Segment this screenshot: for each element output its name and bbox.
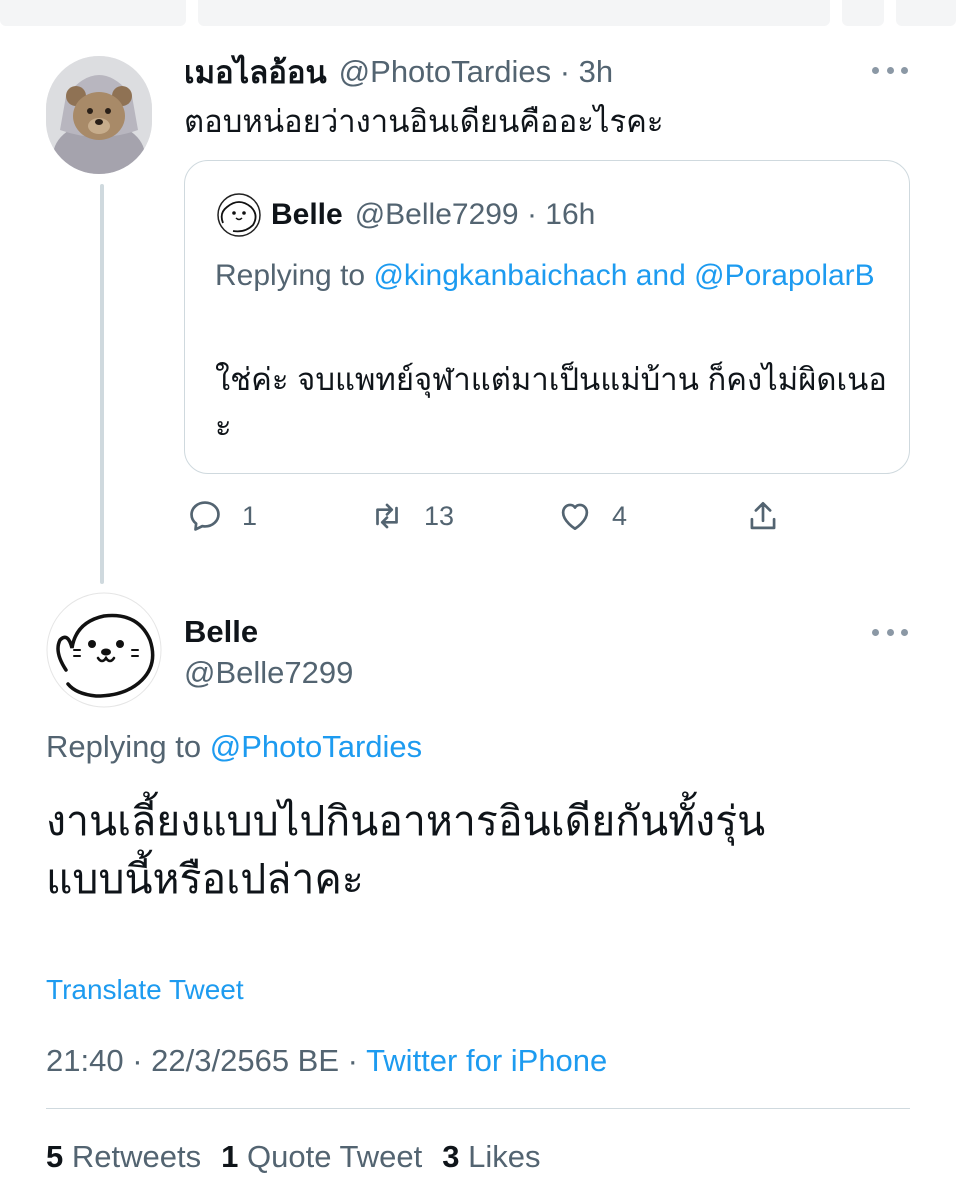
quoted-reply-link-2[interactable]: @PorapolarB — [694, 259, 875, 292]
reply-count: 1 — [242, 500, 258, 531]
meta-separator: · — [132, 1043, 143, 1078]
main-replying-to: Replying to @PhotoTardies — [46, 726, 422, 768]
tweet-stats: 5 Retweets 1 Quote Tweet 3 Likes — [46, 1136, 560, 1178]
quoted-replying-prefix: Replying to — [215, 259, 366, 292]
retweets-label: Retweets — [71, 1139, 202, 1174]
like-button[interactable]: 4 — [556, 494, 627, 538]
heart-icon — [561, 503, 589, 531]
divider — [46, 1108, 910, 1109]
more-horizontal-icon[interactable] — [872, 622, 908, 642]
quoted-tweet-text: ใช่ค่ะ จบแพทย์จุฬาแต่มาเป็นแม่บ้าน ก็คงไ… — [215, 362, 887, 443]
likes-count: 3 — [442, 1139, 460, 1174]
likes-stat[interactable]: 3 Likes — [442, 1136, 540, 1178]
parent-tweet-text: ตอบหน่อยว่างานอินเดียนคืออะไรคะ — [184, 104, 664, 139]
retweet-count: 13 — [424, 500, 455, 531]
retweets-stat[interactable]: 5 Retweets — [46, 1136, 201, 1178]
main-tweet-text-line1: งานเลี้ยงแบบไปกินอาหารอินเดียกันทั้งรุ่น — [46, 798, 766, 844]
reply-icon — [190, 501, 220, 531]
quoted-handle-time: @Belle7299 · 16h — [354, 198, 596, 231]
parent-display-name[interactable]: เมอไลอ้อน — [184, 47, 327, 97]
quoted-header: Belle @Belle7299 · 16h — [271, 195, 595, 235]
retweet-button[interactable]: 13 — [368, 494, 454, 538]
main-reply-link[interactable]: @PhotoTardies — [210, 729, 422, 764]
tweet-date[interactable]: 22/3/2565 BE — [151, 1043, 339, 1078]
main-handle[interactable]: @Belle7299 — [184, 652, 353, 694]
retweets-count: 5 — [46, 1139, 64, 1174]
main-replying-prefix: Replying to — [46, 729, 202, 764]
parent-tweet-header: เมอไลอ้อน @PhotoTardies · 3h — [184, 52, 613, 92]
meta-separator: · — [347, 1043, 358, 1078]
tweet-source-link[interactable]: Twitter for iPhone — [366, 1043, 607, 1078]
quotes-count: 1 — [221, 1139, 239, 1174]
main-tweet-text-line2: แบบนี้หรือเปล่าคะ — [46, 856, 364, 902]
main-tweet-text: งานเลี้ยงแบบไปกินอาหารอินเดียกันทั้งรุ่น… — [46, 792, 896, 908]
parent-action-bar: 1 13 4 — [0, 494, 956, 538]
like-count: 4 — [612, 500, 628, 531]
tweet-timestamp-line: 21:40 · 22/3/2565 BE · Twitter for iPhon… — [46, 1040, 607, 1082]
share-icon — [750, 501, 776, 530]
parent-tweet-avatar[interactable] — [46, 56, 152, 174]
parent-time[interactable]: 3h — [579, 54, 613, 89]
more-horizontal-icon[interactable] — [872, 60, 908, 80]
quoted-reply-link-1[interactable]: @kingkanbaichach — [373, 259, 627, 292]
quoted-display-name: Belle — [271, 198, 343, 231]
tweet-time[interactable]: 21:40 — [46, 1043, 124, 1078]
reply-button[interactable]: 1 — [186, 494, 257, 538]
translate-tweet-link[interactable]: Translate Tweet — [46, 970, 244, 1010]
top-overflow-strip — [0, 0, 956, 28]
quoted-replying-to: Replying to @kingkanbaichach and @Porapo… — [215, 251, 875, 301]
quoted-handle: @Belle7299 — [354, 198, 519, 231]
main-display-name[interactable]: Belle — [184, 612, 258, 652]
quoted-tweet-card[interactable]: Belle @Belle7299 · 16h Replying to @king… — [184, 160, 910, 474]
quoted-avatar — [217, 193, 261, 237]
quoted-reply-and: and — [635, 259, 686, 292]
quote-tweets-stat[interactable]: 1 Quote Tweet — [221, 1136, 422, 1178]
quotes-label: Quote Tweet — [246, 1139, 423, 1174]
retweet-icon — [376, 503, 398, 529]
main-tweet-avatar[interactable] — [46, 592, 162, 708]
parent-handle-time: @PhotoTardies · 3h — [338, 54, 614, 89]
likes-label: Likes — [468, 1139, 541, 1174]
parent-handle[interactable]: @PhotoTardies — [339, 54, 551, 89]
quoted-time: 16h — [545, 198, 596, 231]
share-button[interactable] — [744, 494, 800, 538]
